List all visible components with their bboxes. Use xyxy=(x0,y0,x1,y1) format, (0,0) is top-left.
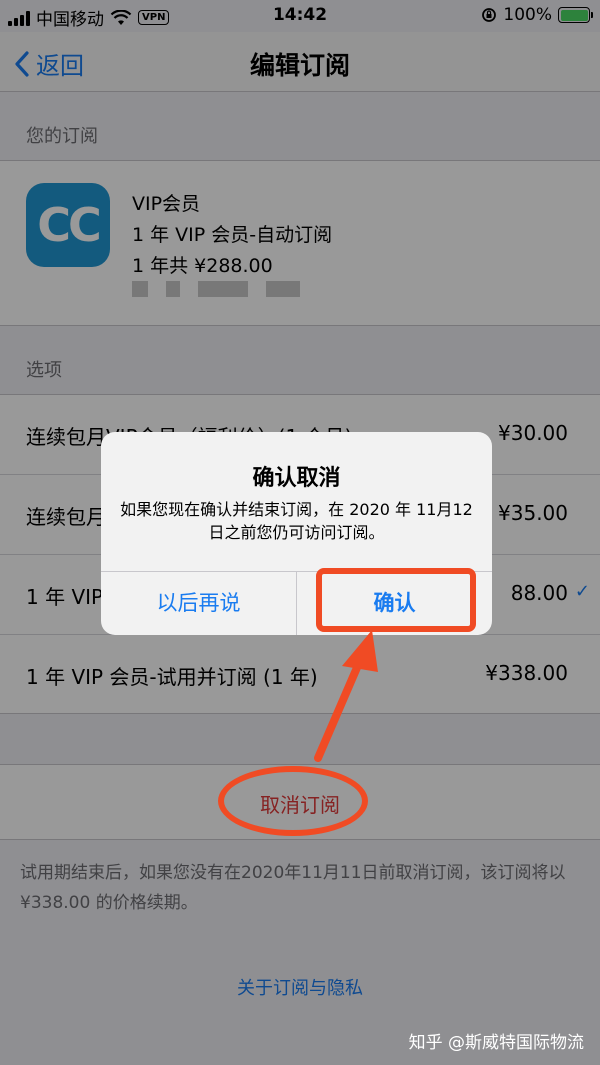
watermark: 知乎 @斯威特国际物流 xyxy=(408,1033,584,1053)
screen: 中国移动 VPN 14:42 100% 返回 编辑订阅 您的订阅 CC VIP会… xyxy=(0,0,600,1065)
cancel-highlight-ellipse xyxy=(218,766,368,836)
dialog-title: 确认取消 xyxy=(252,466,341,491)
later-button[interactable]: 以后再说 xyxy=(101,571,296,635)
annotation-arrow-icon xyxy=(314,630,378,762)
dialog-message: 如果您现在确认并结束订阅，在 2020 年 11月12日之前您仍可访问订阅。 xyxy=(120,500,473,542)
confirm-highlight-box xyxy=(316,568,476,632)
